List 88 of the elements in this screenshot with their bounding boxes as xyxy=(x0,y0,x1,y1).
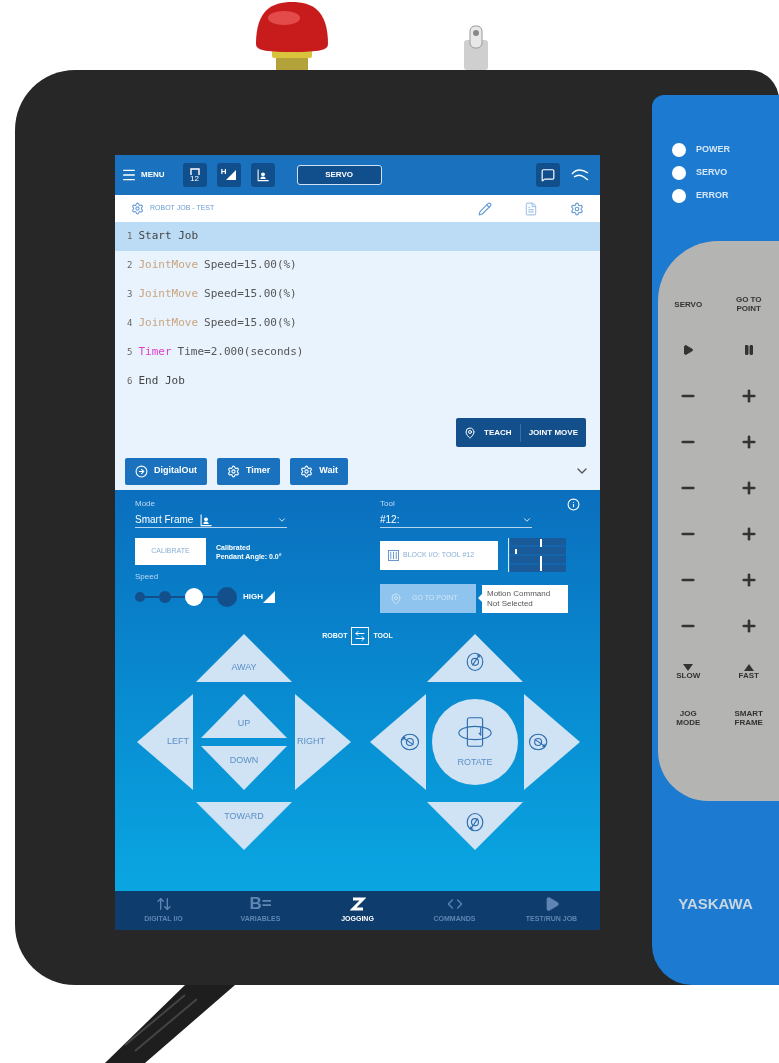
status-light-label: POWER xyxy=(696,143,730,157)
job-line[interactable]: 6 End Job xyxy=(115,367,600,396)
hand-icon xyxy=(570,168,590,182)
mode-label: Mode xyxy=(135,498,156,510)
command-keyword: JointMove xyxy=(138,286,199,303)
mode-dropdown[interactable]: Smart Frame xyxy=(135,512,287,528)
line-number: 4 xyxy=(127,316,133,330)
job-line[interactable]: 5 Timer Time=2.000(seconds) xyxy=(115,338,600,367)
command-text: End Job xyxy=(138,373,185,390)
variables-glyph: B= xyxy=(249,896,272,913)
frame-icon xyxy=(255,168,270,182)
command-text: Speed=15.00(%) xyxy=(204,286,297,303)
sliders-icon xyxy=(388,549,399,561)
frame-icon xyxy=(199,512,214,527)
line-number: 5 xyxy=(127,345,133,359)
command-button[interactable]: Timer xyxy=(217,457,281,485)
command-text: Speed=15.00(%) xyxy=(204,315,297,332)
speed-triangle-icon xyxy=(263,591,275,603)
down-button[interactable]: DOWN xyxy=(201,746,287,790)
go-to-point-key-label: GO TO POINT xyxy=(734,295,763,313)
command-text: Speed=15.00(%) xyxy=(204,257,297,274)
location-pin-icon xyxy=(464,426,477,439)
up-triangle-icon[interactable] xyxy=(743,664,754,671)
frame-button[interactable] xyxy=(250,163,275,187)
toward-button[interactable]: TOWARD xyxy=(196,802,292,850)
move-type-label: JOINT MOVE xyxy=(528,426,578,439)
status-light-label: SERVO xyxy=(696,166,728,180)
status-light xyxy=(672,189,686,203)
rotate-button[interactable]: ROTATE xyxy=(432,699,518,785)
smart-frame-key-label: SMART FRAME xyxy=(733,709,764,727)
status-light xyxy=(672,166,686,180)
line-number: 1 xyxy=(127,229,133,243)
speed-value: HIGH xyxy=(243,591,263,603)
status-light xyxy=(672,143,686,157)
gear-icon xyxy=(300,464,314,478)
up-down-arrows-icon xyxy=(155,896,172,913)
command-button[interactable]: Wait xyxy=(290,457,349,485)
pencil-icon[interactable] xyxy=(478,201,492,216)
command-keyword: JointMove xyxy=(138,315,199,332)
left-button[interactable]: LEFT xyxy=(137,694,193,790)
frame-swap-button[interactable] xyxy=(351,627,370,645)
line-number: 2 xyxy=(127,258,133,272)
teach-joint-move-button[interactable]: TEACH JOINT MOVE xyxy=(456,418,586,447)
menu-icon xyxy=(121,167,137,183)
command-keyword: Timer xyxy=(138,344,172,361)
down-triangle-icon[interactable] xyxy=(683,664,694,671)
right-button[interactable]: RIGHT xyxy=(295,694,351,790)
tool-dropdown[interactable]: #12: xyxy=(380,512,532,528)
pause-key-icon[interactable] xyxy=(742,344,755,356)
swap-arrows-icon xyxy=(354,630,367,642)
jog-mode-key-label: JOG MODE xyxy=(675,709,702,727)
command-keyword: JointMove xyxy=(138,257,199,274)
tool-button[interactable]: 12 xyxy=(182,163,207,187)
message-button[interactable] xyxy=(536,163,560,187)
slow-key-label: SLOW xyxy=(676,671,701,680)
command-text: Time=2.000(seconds) xyxy=(177,344,304,361)
teach-label: TEACH xyxy=(484,426,512,439)
command-text: Start Job xyxy=(138,228,199,245)
up-button[interactable]: UP xyxy=(201,694,287,738)
speed-triangle-icon xyxy=(226,170,237,180)
fast-key-label: FAST xyxy=(738,671,759,680)
gear-icon xyxy=(131,202,144,215)
servo-button[interactable]: SERVO xyxy=(296,165,382,185)
io-status-drawing xyxy=(506,538,566,572)
zigzag-icon xyxy=(349,896,366,913)
status-light-label: ERROR xyxy=(696,189,729,203)
brand-logo: YASKAWA xyxy=(677,894,754,914)
message-icon xyxy=(541,168,555,182)
location-pin-icon xyxy=(390,592,402,605)
job-line[interactable]: 4 JointMove Speed=15.00(%) xyxy=(115,309,600,338)
speed-step[interactable] xyxy=(185,588,203,606)
job-line[interactable]: 3 JointMove Speed=15.00(%) xyxy=(115,280,600,309)
line-number: 6 xyxy=(127,374,133,388)
command-button[interactable]: DigitalOut xyxy=(125,457,207,485)
tool-label: Tool xyxy=(380,498,396,510)
speed-label: Speed xyxy=(135,571,160,583)
arrow-circle-icon xyxy=(135,464,148,478)
away-button[interactable]: AWAY xyxy=(196,634,292,682)
gripper-icon xyxy=(188,167,201,175)
job-line[interactable]: 2 JointMove Speed=15.00(%) xyxy=(115,251,600,280)
settings-icon[interactable] xyxy=(570,201,584,216)
speed-button[interactable]: H xyxy=(216,163,241,187)
gear-icon xyxy=(227,464,240,478)
servo-key-label: SERVO xyxy=(674,299,703,309)
play-key-icon[interactable] xyxy=(682,344,695,356)
menu-button[interactable]: MENU xyxy=(121,167,165,183)
line-number: 3 xyxy=(127,287,133,301)
info-icon[interactable] xyxy=(567,498,580,511)
